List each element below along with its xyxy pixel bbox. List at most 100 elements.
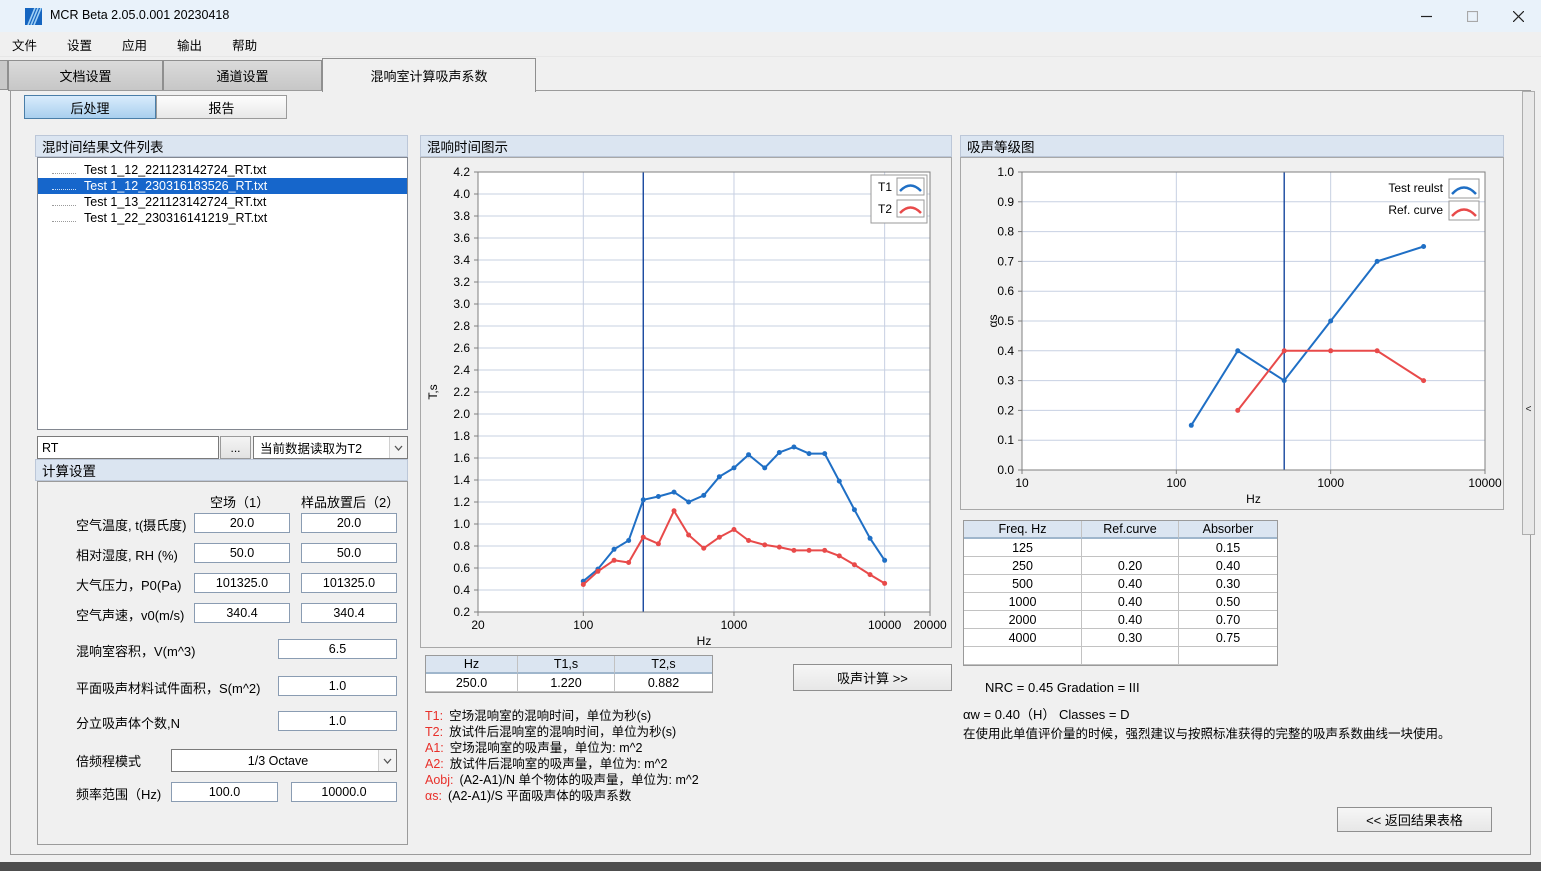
subtab-1[interactable]: 报告 (156, 95, 287, 119)
note-label: A2: (425, 757, 444, 771)
tree-connector-icon (52, 197, 76, 206)
pressure-field-2[interactable] (301, 573, 397, 593)
svg-text:10000: 10000 (1468, 476, 1502, 490)
rt-table-header-row: HzT1,sT2,s (426, 656, 712, 674)
air-temp-field-1[interactable] (194, 513, 290, 533)
tab-1[interactable]: 通道设置 (163, 60, 322, 91)
list-item[interactable]: Test 1_22_230316141219_RT.txt (38, 210, 407, 226)
note-label: αs: (425, 789, 442, 803)
svg-text:2.6: 2.6 (453, 341, 470, 355)
note-text: 空场混响室的吸声量，单位为: m^2 (450, 741, 643, 755)
freq-range-from-field[interactable] (171, 782, 278, 802)
svg-text:10000: 10000 (868, 618, 902, 632)
rt-chart-canvas[interactable]: 0.20.40.60.81.01.21.41.61.82.02.22.42.62… (420, 157, 952, 648)
table-row: 20000.400.70 (964, 611, 1277, 629)
list-item[interactable]: Test 1_13_221123142724_RT.txt (38, 194, 407, 210)
return-results-button[interactable]: << 返回结果表格 (1337, 807, 1492, 832)
note-line: A2:放试件后混响室的吸声量，单位为: m^2 (425, 756, 699, 772)
menu-item-4[interactable]: 帮助 (230, 33, 259, 56)
svg-text:3.8: 3.8 (453, 209, 470, 223)
rt-table-cell: 250.0 (426, 674, 518, 692)
svg-text:Hz: Hz (1246, 492, 1261, 506)
absorber-count-field[interactable] (278, 711, 397, 731)
minimize-icon[interactable] (1403, 0, 1449, 32)
sample-area-field[interactable] (278, 676, 397, 696)
chevron-down-icon (389, 437, 407, 458)
subtab-0[interactable]: 后处理 (24, 95, 156, 119)
humidity-field-2[interactable] (301, 543, 397, 563)
note-text: (A2-A1)/N 单个物体的吸声量，单位为: m^2 (460, 773, 699, 787)
room-volume-field[interactable] (278, 639, 397, 659)
pressure-field-1[interactable] (194, 573, 290, 593)
rt-table-header-cell: Hz (426, 656, 518, 674)
menu-item-1[interactable]: 设置 (65, 33, 94, 56)
menu-item-3[interactable]: 输出 (175, 33, 204, 56)
tab-0[interactable]: 文档设置 (8, 60, 163, 91)
panel-collapse-handle[interactable]: < (1522, 91, 1535, 535)
list-item[interactable]: Test 1_12_221123142724_RT.txt (38, 162, 407, 178)
svg-text:1.8: 1.8 (453, 429, 470, 443)
file-name: Test 1_13_221123142724_RT.txt (84, 195, 266, 209)
abs-table-header-cell: Absorber (1179, 521, 1277, 539)
note-line: A1:空场混响室的吸声量，单位为: m^2 (425, 740, 699, 756)
rt-value-table: HzT1,sT2,s250.01.2200.882 (425, 655, 713, 693)
rt-file-list[interactable]: Test 1_12_221123142724_RT.txtTest 1_12_2… (37, 157, 408, 430)
abs-table-cell: 125 (964, 539, 1082, 557)
abs-table-cell: 0.30 (1179, 575, 1277, 593)
advice-text: 在使用此单值评价量的时候，强烈建议与按照标准获得的完整的吸声系数曲线一块使用。 (963, 723, 1451, 742)
svg-text:0.4: 0.4 (997, 344, 1014, 358)
svg-text:4.0: 4.0 (453, 187, 470, 201)
svg-text:2.4: 2.4 (453, 363, 470, 377)
svg-text:1.0: 1.0 (453, 517, 470, 531)
rt-suffix-input[interactable] (37, 436, 219, 459)
tree-connector-icon (52, 165, 76, 174)
maximize-icon[interactable] (1449, 0, 1495, 32)
abs-table-cell: 0.75 (1179, 629, 1277, 647)
svg-text:100: 100 (573, 618, 593, 632)
sound-speed-field-2[interactable] (301, 603, 397, 623)
sound-speed-field-1[interactable] (194, 603, 290, 623)
file-list-panel-header: 混时间结果文件列表 (35, 135, 408, 157)
svg-text:3.4: 3.4 (453, 253, 470, 267)
menu-item-0[interactable]: 文件 (10, 33, 39, 56)
absorption-chart-svg[interactable]: 0.00.10.20.30.40.50.60.70.80.91.01010010… (961, 158, 1503, 509)
table-row: 250.01.2200.882 (426, 674, 712, 692)
note-line: Aobj:(A2-A1)/N 单个物体的吸声量，单位为: m^2 (425, 772, 699, 788)
note-label: T2: (425, 725, 443, 739)
abs-table-cell: 0.70 (1179, 611, 1277, 629)
absorber-count-label: 分立吸声体个数,N (76, 713, 180, 732)
chevron-down-icon (378, 750, 396, 771)
absorption-calc-button[interactable]: 吸声计算 >> (793, 664, 952, 691)
close-icon[interactable] (1495, 0, 1541, 32)
background-window-edge (0, 862, 1541, 871)
table-row: 5000.400.30 (964, 575, 1277, 593)
svg-text:T1: T1 (878, 180, 892, 194)
tab-2[interactable]: 混响室计算吸声系数 (322, 58, 536, 92)
abs-table-cell: 250 (964, 557, 1082, 575)
abs-table-cell: 0.15 (1179, 539, 1277, 557)
file-list-title: 混时间结果文件列表 (42, 136, 164, 156)
svg-text:4.2: 4.2 (453, 165, 470, 179)
svg-text:20: 20 (471, 618, 485, 632)
data-read-dropdown[interactable]: 当前数据读取为T2 (253, 436, 408, 459)
svg-text:0.3: 0.3 (997, 374, 1014, 388)
octave-mode-label: 倍频程模式 (76, 751, 141, 770)
abs-table-cell: 0.40 (1082, 611, 1179, 629)
abs-table-cell (1082, 539, 1179, 557)
svg-text:2.2: 2.2 (453, 385, 470, 399)
freq-range-to-field[interactable] (291, 782, 397, 802)
note-text: 空场混响室的混响时间，单位为秒(s) (449, 709, 651, 723)
browse-button[interactable]: ... (220, 436, 251, 459)
octave-mode-dropdown[interactable]: 1/3 Octave (171, 749, 397, 772)
menu-item-2[interactable]: 应用 (120, 33, 149, 56)
absorption-chart-canvas[interactable]: 0.00.10.20.30.40.50.60.70.80.91.01010010… (960, 157, 1504, 510)
rt-table-cell: 0.882 (615, 674, 712, 692)
humidity-label: 相对湿度, RH (%) (76, 545, 178, 564)
humidity-field-1[interactable] (194, 543, 290, 563)
rt-chart-svg[interactable]: 0.20.40.60.81.01.21.41.61.82.02.22.42.62… (421, 158, 951, 647)
list-item[interactable]: Test 1_12_230316183526_RT.txt (38, 178, 407, 194)
svg-text:0.6: 0.6 (453, 561, 470, 575)
svg-text:0.6: 0.6 (997, 284, 1014, 298)
abs-chart-panel-header: 吸声等级图 (960, 135, 1504, 157)
air-temp-field-2[interactable] (301, 513, 397, 533)
